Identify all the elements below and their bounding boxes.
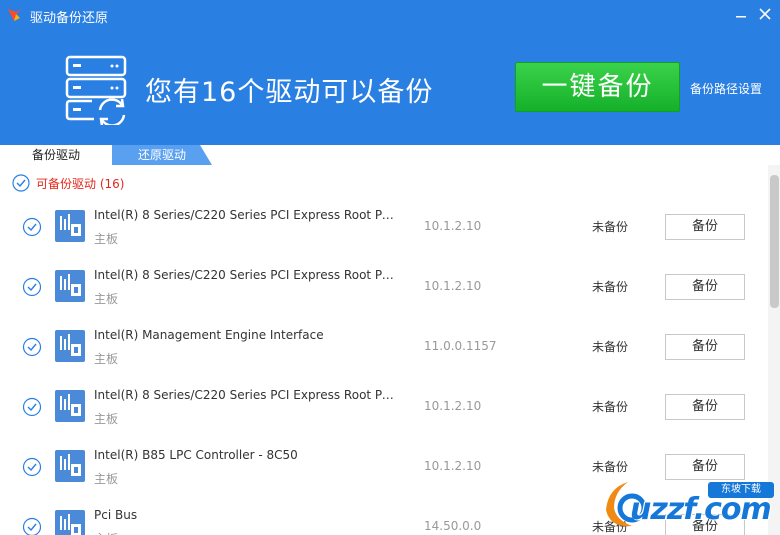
backup-all-button[interactable]: 一键备份 xyxy=(515,62,680,112)
motherboard-icon xyxy=(55,210,85,242)
check-circle-icon[interactable] xyxy=(22,517,42,535)
header: 驱动备份还原 您有16个驱动可以备份 一键备份 备份路径设置 xyxy=(0,0,780,145)
driver-name: Intel(R) B85 LPC Controller - 8C50 xyxy=(94,448,298,462)
check-circle-icon[interactable] xyxy=(22,217,42,237)
backup-button[interactable]: 备份 xyxy=(665,394,745,420)
driver-name: Intel(R) 8 Series/C220 Series PCI Expres… xyxy=(94,268,394,282)
driver-version: 14.50.0.0 xyxy=(424,519,482,533)
driver-name: Pci Bus xyxy=(94,508,138,522)
backup-status: 未备份 xyxy=(592,220,629,234)
check-circle-icon[interactable] xyxy=(22,277,42,297)
driver-version: 10.1.2.10 xyxy=(424,279,482,293)
motherboard-icon xyxy=(55,450,85,482)
group-title: 可备份驱动 xyxy=(36,177,97,191)
group-count: (16) xyxy=(99,177,125,191)
driver-version: 10.1.2.10 xyxy=(424,219,482,233)
check-circle-icon[interactable] xyxy=(22,337,42,357)
motherboard-icon xyxy=(55,330,85,362)
watermark-text: uzzf.com xyxy=(630,492,772,527)
check-circle-icon[interactable] xyxy=(22,397,42,417)
hero-message: 您有16个驱动可以备份 xyxy=(145,77,434,108)
backup-button[interactable]: 备份 xyxy=(665,274,745,300)
group-label: 可备份驱动 (16) xyxy=(36,175,124,192)
minimize-button[interactable] xyxy=(730,4,752,26)
driver-category: 主板 xyxy=(94,412,119,426)
backup-button[interactable]: 备份 xyxy=(665,214,745,240)
driver-category: 主板 xyxy=(94,472,119,486)
window-title: 驱动备份还原 xyxy=(30,11,109,26)
check-circle-icon[interactable] xyxy=(22,457,42,477)
driver-name: Intel(R) Management Engine Interface xyxy=(94,328,324,342)
server-sync-icon xyxy=(65,55,127,125)
motherboard-icon xyxy=(55,270,85,302)
driver-category: 主板 xyxy=(94,530,118,535)
app-logo-icon xyxy=(8,9,22,21)
driver-version: 10.1.2.10 xyxy=(424,399,482,413)
driver-category: 主板 xyxy=(94,232,119,246)
motherboard-icon xyxy=(55,390,85,422)
backup-path-settings-link[interactable]: 备份路径设置 xyxy=(690,80,762,97)
driver-category: 主板 xyxy=(94,292,119,306)
driver-name: Intel(R) 8 Series/C220 Series PCI Expres… xyxy=(94,388,394,402)
list-item: Intel(R) 8 Series/C220 Series PCI Expres… xyxy=(0,261,770,321)
driver-name: Intel(R) 8 Series/C220 Series PCI Expres… xyxy=(94,208,394,222)
list-item: Intel(R) Management Engine Interface 主板 … xyxy=(0,321,770,381)
title-bar: 驱动备份还原 xyxy=(0,0,780,30)
backup-status: 未备份 xyxy=(592,400,629,414)
minimize-icon xyxy=(736,16,746,18)
driver-category: 主板 xyxy=(94,352,119,366)
scrollbar-thumb[interactable] xyxy=(770,175,779,308)
close-button[interactable] xyxy=(754,4,776,26)
driver-version: 10.1.2.10 xyxy=(424,459,482,473)
check-circle-icon[interactable] xyxy=(12,174,30,192)
backup-button[interactable]: 备份 xyxy=(665,334,745,360)
driver-version: 11.0.0.1157 xyxy=(424,339,497,353)
list-item: Intel(R) 8 Series/C220 Series PCI Expres… xyxy=(0,201,770,261)
tab-backup-drivers[interactable]: 备份驱动 xyxy=(0,145,112,165)
tab-restore-drivers[interactable]: 还原驱动 xyxy=(112,145,212,165)
close-icon xyxy=(759,8,771,20)
site-watermark: 东坡下载 uzzf.com xyxy=(600,470,780,535)
backup-status: 未备份 xyxy=(592,340,629,354)
backup-status: 未备份 xyxy=(592,280,629,294)
list-item: Intel(R) 8 Series/C220 Series PCI Expres… xyxy=(0,381,770,441)
motherboard-icon xyxy=(55,510,85,535)
